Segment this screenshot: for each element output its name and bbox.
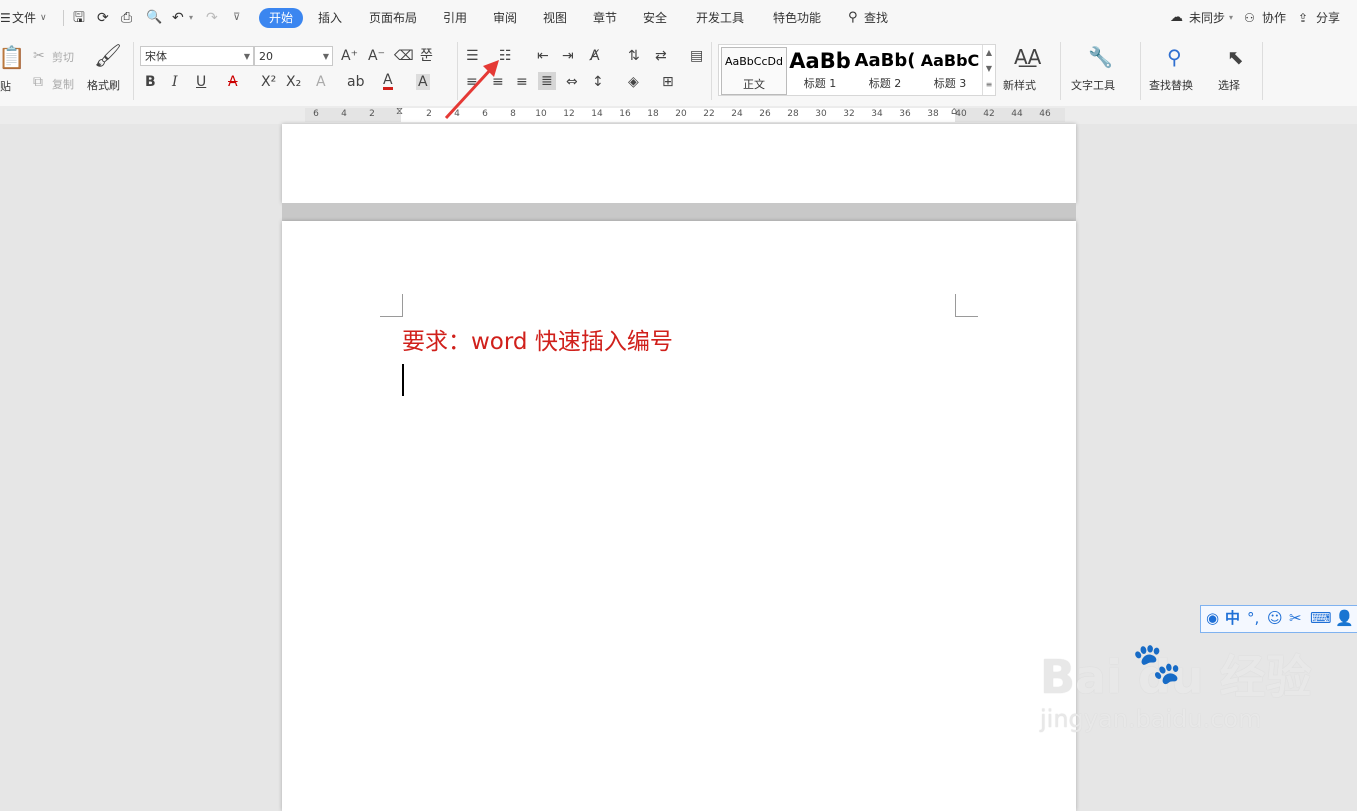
ime-punctuation-icon[interactable]: °,	[1247, 609, 1259, 627]
ime-user-icon[interactable]: ◉	[1206, 609, 1219, 627]
ime-scissors-icon[interactable]: ✂	[1289, 609, 1302, 627]
ime-toolbar[interactable]: ◉ 中 °, ☺ ✂ ⌨ 👤	[1200, 605, 1357, 633]
ime-emoji-icon[interactable]: ☺	[1267, 609, 1283, 627]
annotation-arrow-icon	[444, 60, 499, 120]
ime-account-icon[interactable]: 👤	[1335, 609, 1354, 627]
ime-keyboard-icon[interactable]: ⌨	[1310, 609, 1332, 627]
ime-language-toggle[interactable]: 中	[1225, 609, 1240, 627]
